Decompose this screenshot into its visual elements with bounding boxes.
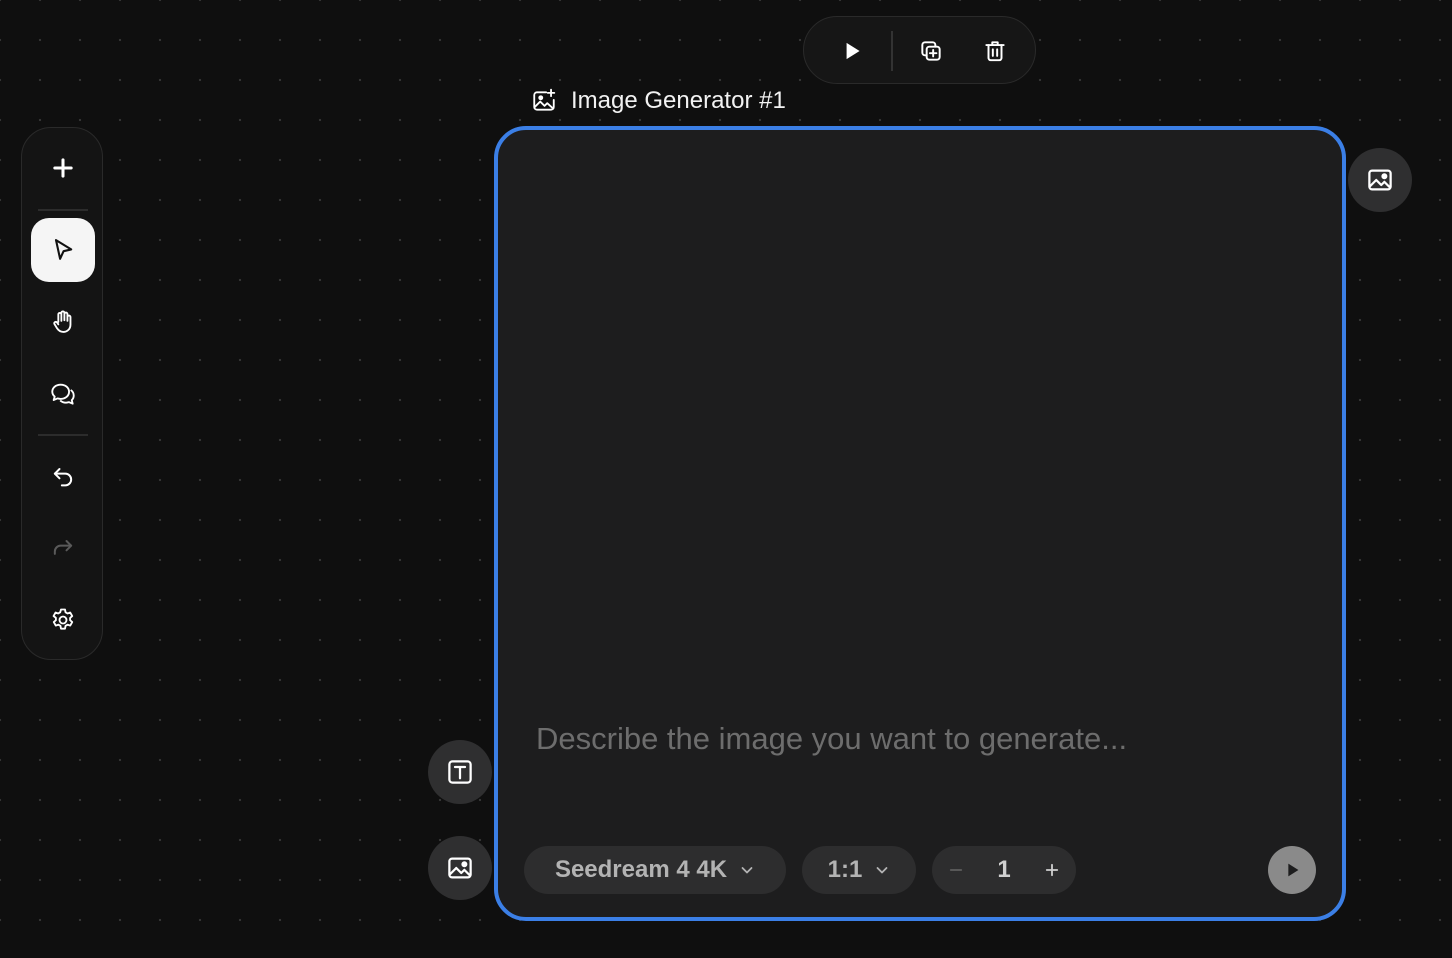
left-toolbar: [21, 127, 103, 660]
add-node-button[interactable]: [31, 136, 95, 200]
redo-button[interactable]: [31, 516, 95, 580]
settings-icon: [52, 608, 74, 630]
cursor-pointer-icon: [54, 239, 73, 260]
image-icon: [1368, 169, 1392, 191]
model-select-label: Seedream 4 4K: [554, 856, 728, 883]
node-title-text: Image Generator #1: [571, 87, 786, 114]
aspect-ratio-label: 1:1: [827, 856, 863, 883]
count-stepper: 1: [932, 846, 1076, 894]
aspect-ratio-select[interactable]: 1:1: [802, 846, 916, 894]
increment-button[interactable]: [1028, 846, 1076, 894]
output-image-handle[interactable]: [1348, 148, 1412, 212]
node-title[interactable]: Image Generator #1: [531, 86, 786, 116]
delete-node-button[interactable]: [975, 31, 1015, 71]
run-node-button[interactable]: [832, 31, 872, 71]
image-generator-node[interactable]: Seedream 4 4K 1:1 1: [494, 126, 1346, 921]
undo-icon: [53, 468, 73, 487]
toolbar-divider: [38, 434, 88, 436]
pan-tool-button[interactable]: [31, 290, 95, 354]
toolbar-divider: [38, 209, 88, 211]
undo-button[interactable]: [31, 444, 95, 508]
settings-button[interactable]: [31, 588, 95, 652]
play-icon: [1288, 863, 1299, 877]
minus-icon: [949, 869, 963, 871]
generate-button[interactable]: [1268, 846, 1316, 894]
play-icon: [846, 42, 860, 60]
comment-icon: [51, 383, 75, 405]
redo-icon: [53, 540, 73, 555]
trash-icon: [985, 41, 1005, 62]
duplicate-icon: [921, 41, 941, 61]
comment-tool-button[interactable]: [31, 362, 95, 426]
plus-icon: [53, 158, 73, 178]
node-action-toolbar: [803, 16, 1036, 84]
toolbar-divider: [891, 31, 893, 71]
decrement-button[interactable]: [932, 846, 980, 894]
model-select[interactable]: Seedream 4 4K: [524, 846, 786, 894]
chevron-down-icon: [876, 867, 888, 874]
chevron-down-icon: [741, 867, 753, 874]
prompt-input[interactable]: [536, 714, 1296, 764]
duplicate-node-button[interactable]: [911, 31, 951, 71]
input-text-handle[interactable]: [428, 740, 492, 804]
image-icon: [448, 857, 472, 879]
hand-icon: [53, 310, 72, 333]
select-tool-button[interactable]: [31, 218, 95, 282]
plus-icon: [1045, 863, 1059, 877]
count-value: 1: [997, 856, 1011, 883]
input-image-handle[interactable]: [428, 836, 492, 900]
image-sparkle-icon: [533, 88, 556, 111]
text-icon: [448, 760, 472, 784]
